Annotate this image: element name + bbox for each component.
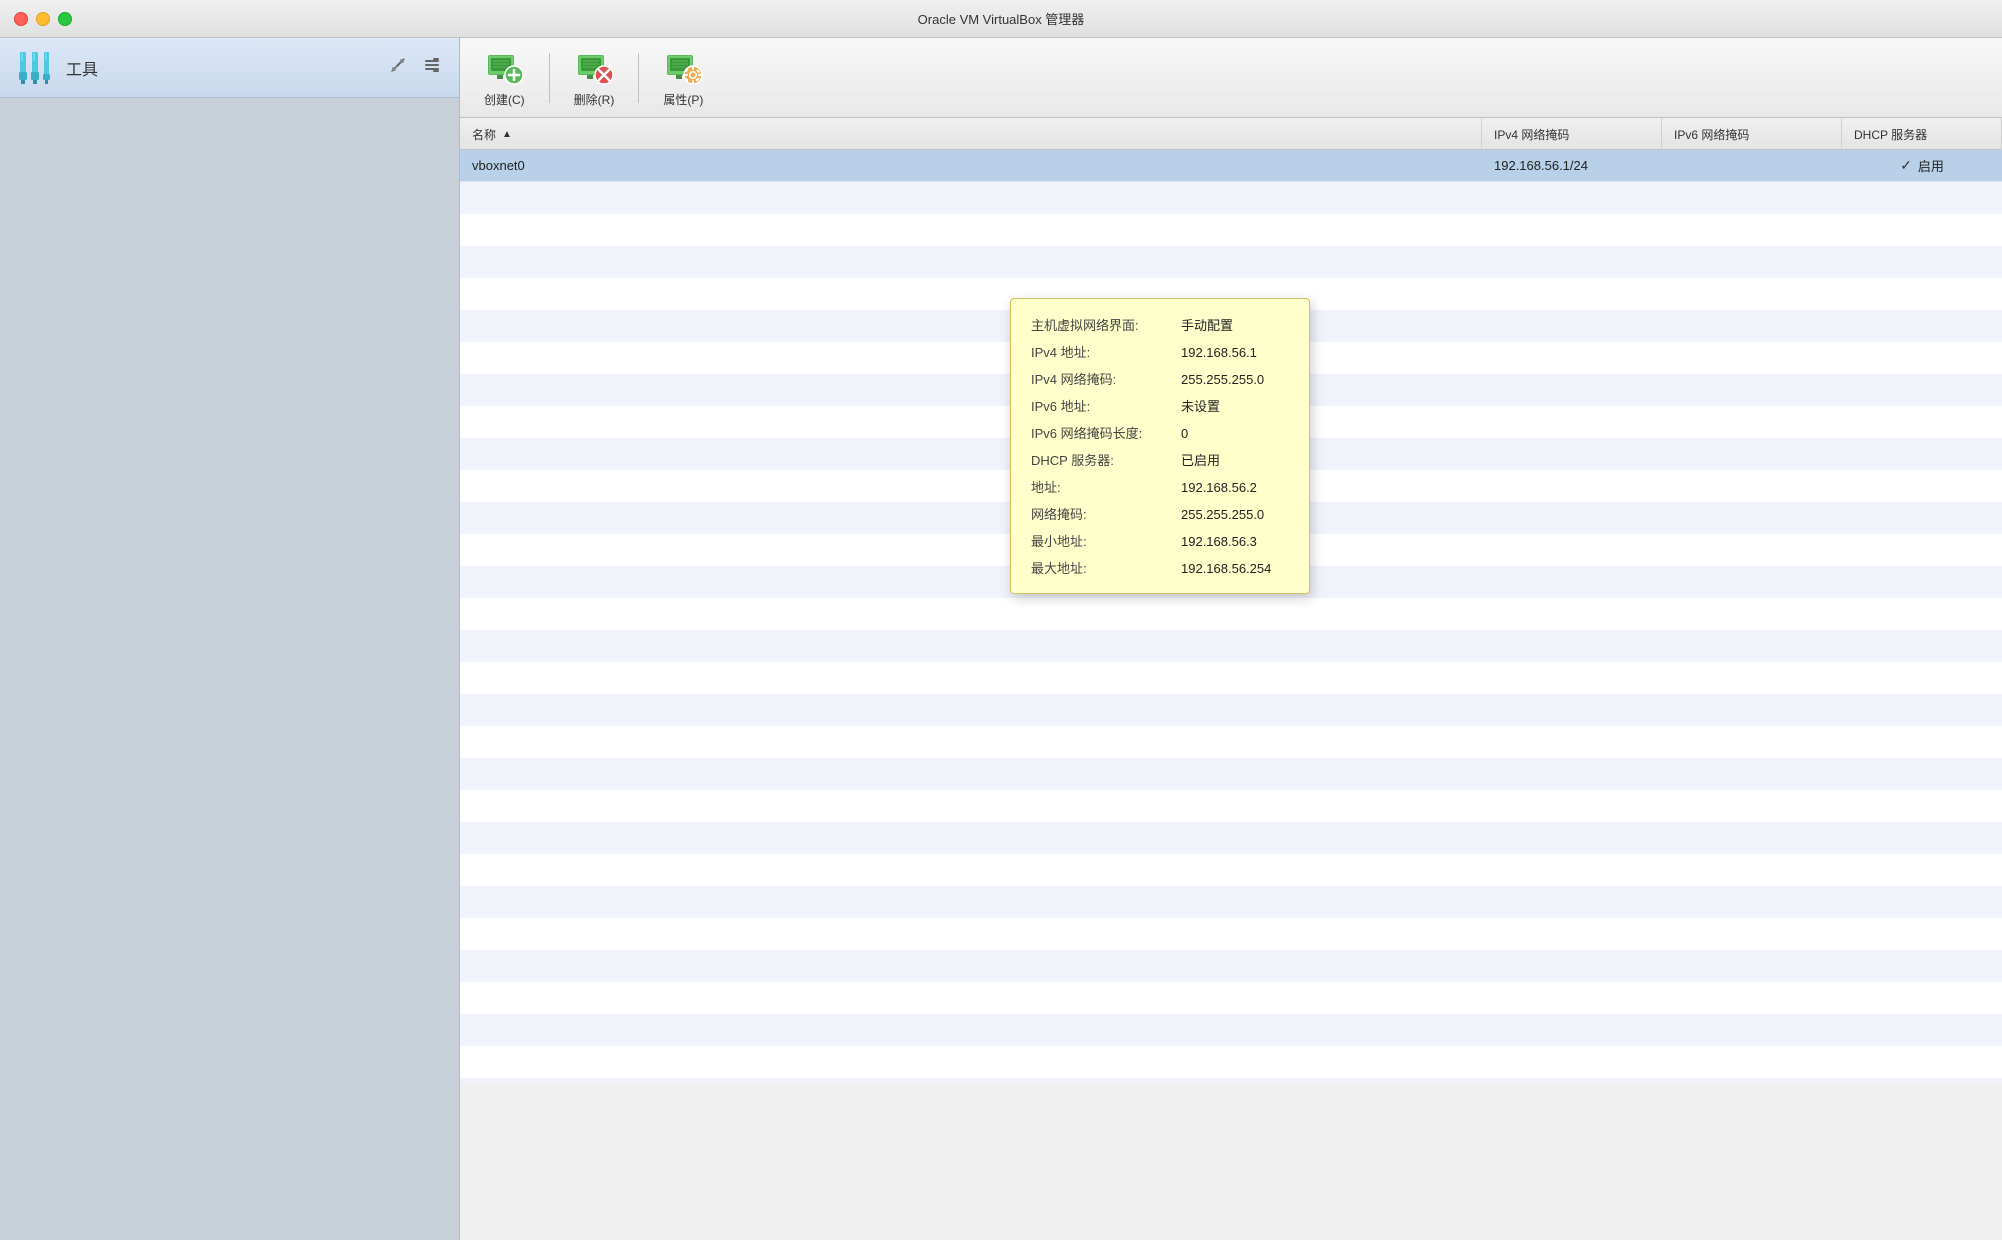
tooltip-value-4: 0	[1181, 426, 1188, 441]
tools-icon	[14, 48, 54, 88]
pin-button[interactable]	[385, 52, 411, 83]
sidebar-content	[0, 98, 459, 1240]
toolbar-separator-1	[549, 53, 550, 103]
maximize-button[interactable]	[58, 12, 72, 26]
table-row[interactable]: vboxnet0 192.168.56.1/24 ✓ 启用	[460, 150, 2002, 182]
delete-button[interactable]: 删除(R)	[560, 41, 629, 114]
tooltip-row-1: IPv4 地址: 192.168.56.1	[1031, 342, 1289, 361]
tooltip-label-4: IPv6 网络掩码长度:	[1031, 423, 1181, 442]
properties-icon	[663, 47, 703, 87]
tooltip-value-9: 192.168.56.254	[1181, 561, 1271, 576]
header-ipv6[interactable]: IPv6 网络掩码	[1662, 118, 1842, 150]
table-header: 名称 ▲ IPv4 网络掩码 IPv6 网络掩码 DHCP 服务器	[460, 118, 2002, 150]
tooltip-label-5: DHCP 服务器:	[1031, 450, 1181, 469]
delete-label: 删除(R)	[574, 91, 615, 108]
tooltip-label-6: 地址:	[1031, 477, 1181, 496]
content-area: 名称 ▲ IPv4 网络掩码 IPv6 网络掩码 DHCP 服务器	[460, 118, 2002, 1240]
create-icon	[484, 47, 524, 87]
sidebar-actions	[385, 52, 445, 83]
toolbar: 创建(C)	[460, 38, 2002, 118]
tooltip-row-8: 最小地址: 192.168.56.3	[1031, 531, 1289, 550]
tooltip-row-9: 最大地址: 192.168.56.254	[1031, 558, 1289, 577]
tooltip-row-0: 主机虚拟网络界面: 手动配置	[1031, 315, 1289, 334]
menu-button[interactable]	[419, 52, 445, 83]
sidebar: 工具	[0, 38, 460, 1240]
tooltip-popup: 主机虚拟网络界面: 手动配置 IPv4 地址: 192.168.56.1 IPv…	[1010, 298, 1310, 594]
tooltip-value-2: 255.255.255.0	[1181, 372, 1264, 387]
header-ipv4[interactable]: IPv4 网络掩码	[1482, 118, 1662, 150]
tooltip-row-4: IPv6 网络掩码长度: 0	[1031, 423, 1289, 442]
sidebar-label: 工具	[66, 56, 98, 80]
cell-name: vboxnet0	[460, 150, 1482, 181]
tooltip-value-0: 手动配置	[1181, 315, 1233, 334]
tooltip-row-6: 地址: 192.168.56.2	[1031, 477, 1289, 496]
header-dhcp[interactable]: DHCP 服务器	[1842, 118, 2002, 150]
traffic-lights	[14, 12, 72, 26]
cell-ipv6	[1662, 150, 1842, 181]
right-panel: 创建(C)	[460, 38, 2002, 1240]
properties-button[interactable]: 属性(P)	[649, 41, 717, 114]
sidebar-header: 工具	[0, 38, 459, 98]
tooltip-label-9: 最大地址:	[1031, 558, 1181, 577]
tooltip-value-8: 192.168.56.3	[1181, 534, 1257, 549]
sort-arrow: ▲	[502, 129, 512, 140]
cell-ipv4: 192.168.56.1/24	[1482, 150, 1662, 181]
tooltip-label-7: 网络掩码:	[1031, 504, 1181, 523]
cell-dhcp: ✓ 启用	[1842, 150, 2002, 181]
delete-icon	[574, 47, 614, 87]
tooltip-label-2: IPv4 网络掩码:	[1031, 369, 1181, 388]
titlebar: Oracle VM VirtualBox 管理器	[0, 0, 2002, 38]
dhcp-checkmark: ✓	[1900, 157, 1912, 174]
tooltip-label-3: IPv6 地址:	[1031, 396, 1181, 415]
tooltip-value-6: 192.168.56.2	[1181, 480, 1257, 495]
properties-label: 属性(P)	[663, 91, 703, 108]
tooltip-value-5: 已启用	[1181, 450, 1220, 469]
tooltip-value-7: 255.255.255.0	[1181, 507, 1264, 522]
minimize-button[interactable]	[36, 12, 50, 26]
tooltip-label-8: 最小地址:	[1031, 531, 1181, 550]
tooltip-label-1: IPv4 地址:	[1031, 342, 1181, 361]
tooltip-row-3: IPv6 地址: 未设置	[1031, 396, 1289, 415]
tooltip-row-7: 网络掩码: 255.255.255.0	[1031, 504, 1289, 523]
toolbar-separator-2	[638, 53, 639, 103]
close-button[interactable]	[14, 12, 28, 26]
tooltip-label-0: 主机虚拟网络界面:	[1031, 315, 1181, 334]
window-title: Oracle VM VirtualBox 管理器	[918, 9, 1085, 28]
header-name[interactable]: 名称 ▲	[460, 118, 1482, 150]
create-button[interactable]: 创建(C)	[470, 41, 539, 114]
tooltip-value-3: 未设置	[1181, 396, 1220, 415]
tooltip-value-1: 192.168.56.1	[1181, 345, 1257, 360]
main-layout: 工具	[0, 38, 2002, 1240]
create-label: 创建(C)	[484, 91, 525, 108]
tooltip-row-2: IPv4 网络掩码: 255.255.255.0	[1031, 369, 1289, 388]
tooltip-row-5: DHCP 服务器: 已启用	[1031, 450, 1289, 469]
